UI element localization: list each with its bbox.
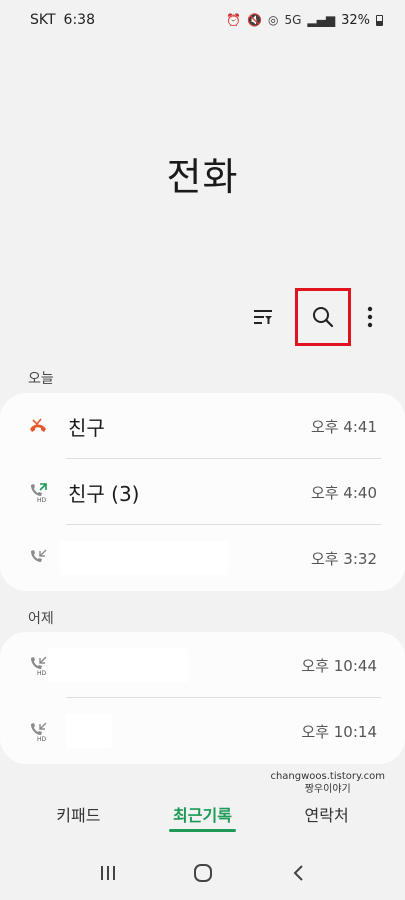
status-right: ⏰ 🔇 ◎ 5G ▂▄▆ 32% (226, 13, 383, 28)
incoming-call-icon (28, 548, 48, 568)
status-left: SKT 6:38 (30, 12, 95, 28)
call-log-row[interactable]: HD 오후 10:14 (0, 698, 405, 764)
battery-percent: 32% (341, 12, 370, 28)
section-label-yesterday: 어제 (28, 611, 54, 627)
call-time: 오후 4:40 (310, 483, 377, 502)
tab-contacts[interactable]: 연락처 (295, 800, 359, 832)
toolbar (237, 288, 383, 346)
svg-text:HD: HD (37, 497, 47, 502)
status-bar: SKT 6:38 ⏰ 🔇 ◎ 5G ▂▄▆ 32% (0, 0, 405, 40)
mute-icon: 🔇 (247, 13, 262, 27)
call-log-row[interactable]: HD 친구 (3) 오후 4:40 (0, 459, 405, 525)
recent-apps-button[interactable] (88, 853, 128, 893)
carrier-label: SKT (30, 12, 56, 28)
filter-button[interactable] (237, 294, 289, 340)
watermark-url: changwoos.tistory.com (270, 771, 385, 782)
more-options-button[interactable] (357, 294, 383, 340)
search-button[interactable] (295, 288, 351, 346)
filter-icon (254, 310, 272, 324)
clock: 6:38 (63, 12, 95, 28)
network-type: 5G (284, 13, 302, 27)
outgoing-hd-call-icon: HD (28, 482, 48, 502)
signal-icon: ▂▄▆ (307, 13, 336, 27)
svg-text:HD: HD (37, 736, 47, 741)
call-log-card-yesterday: HD 오후 10:44 HD 오후 10:14 (0, 632, 405, 764)
call-time: 오후 3:32 (310, 549, 377, 568)
home-icon (193, 864, 212, 882)
tab-keypad[interactable]: 키패드 (46, 800, 110, 832)
home-button[interactable] (183, 853, 223, 893)
redacted-name (48, 648, 188, 682)
back-button[interactable] (278, 853, 318, 893)
call-log-row[interactable]: 오후 3:32 (0, 525, 405, 591)
alarm-icon: ⏰ (226, 13, 242, 27)
watermark-blog-name: 짱우이야기 (304, 784, 351, 795)
incoming-hd-call-icon: HD (28, 721, 48, 741)
missed-call-icon (28, 416, 48, 436)
recent-apps-icon (100, 866, 115, 880)
call-time: 오후 10:44 (301, 656, 377, 675)
contact-name: 친구 (3) (68, 481, 140, 506)
hotspot-icon: ◎ (267, 13, 279, 27)
system-nav-bar (0, 848, 405, 898)
bottom-tabs: 키패드 최근기록 연락처 (0, 800, 405, 832)
redacted-name (60, 541, 228, 575)
search-icon (313, 307, 334, 328)
incoming-hd-call-icon: HD (28, 655, 48, 675)
call-log-row[interactable]: HD 오후 10:44 (0, 632, 405, 698)
back-icon (293, 865, 303, 881)
page-title: 전화 (166, 155, 239, 199)
redacted-name (66, 714, 112, 748)
contact-name: 친구 (68, 415, 105, 440)
battery-icon (376, 14, 383, 26)
call-log-row[interactable]: 친구 오후 4:41 (0, 393, 405, 459)
section-label-today: 오늘 (28, 371, 54, 387)
tab-recents[interactable]: 최근기록 (163, 800, 242, 832)
svg-text:HD: HD (37, 670, 47, 675)
call-time: 오후 10:14 (301, 722, 377, 741)
more-vertical-icon (367, 306, 373, 328)
call-time: 오후 4:41 (310, 417, 377, 436)
watermark: changwoos.tistory.com 짱우이야기 (270, 770, 385, 796)
call-log-card-today: 친구 오후 4:41 HD 친구 (3) 오후 4:40 오후 3:32 (0, 393, 405, 591)
